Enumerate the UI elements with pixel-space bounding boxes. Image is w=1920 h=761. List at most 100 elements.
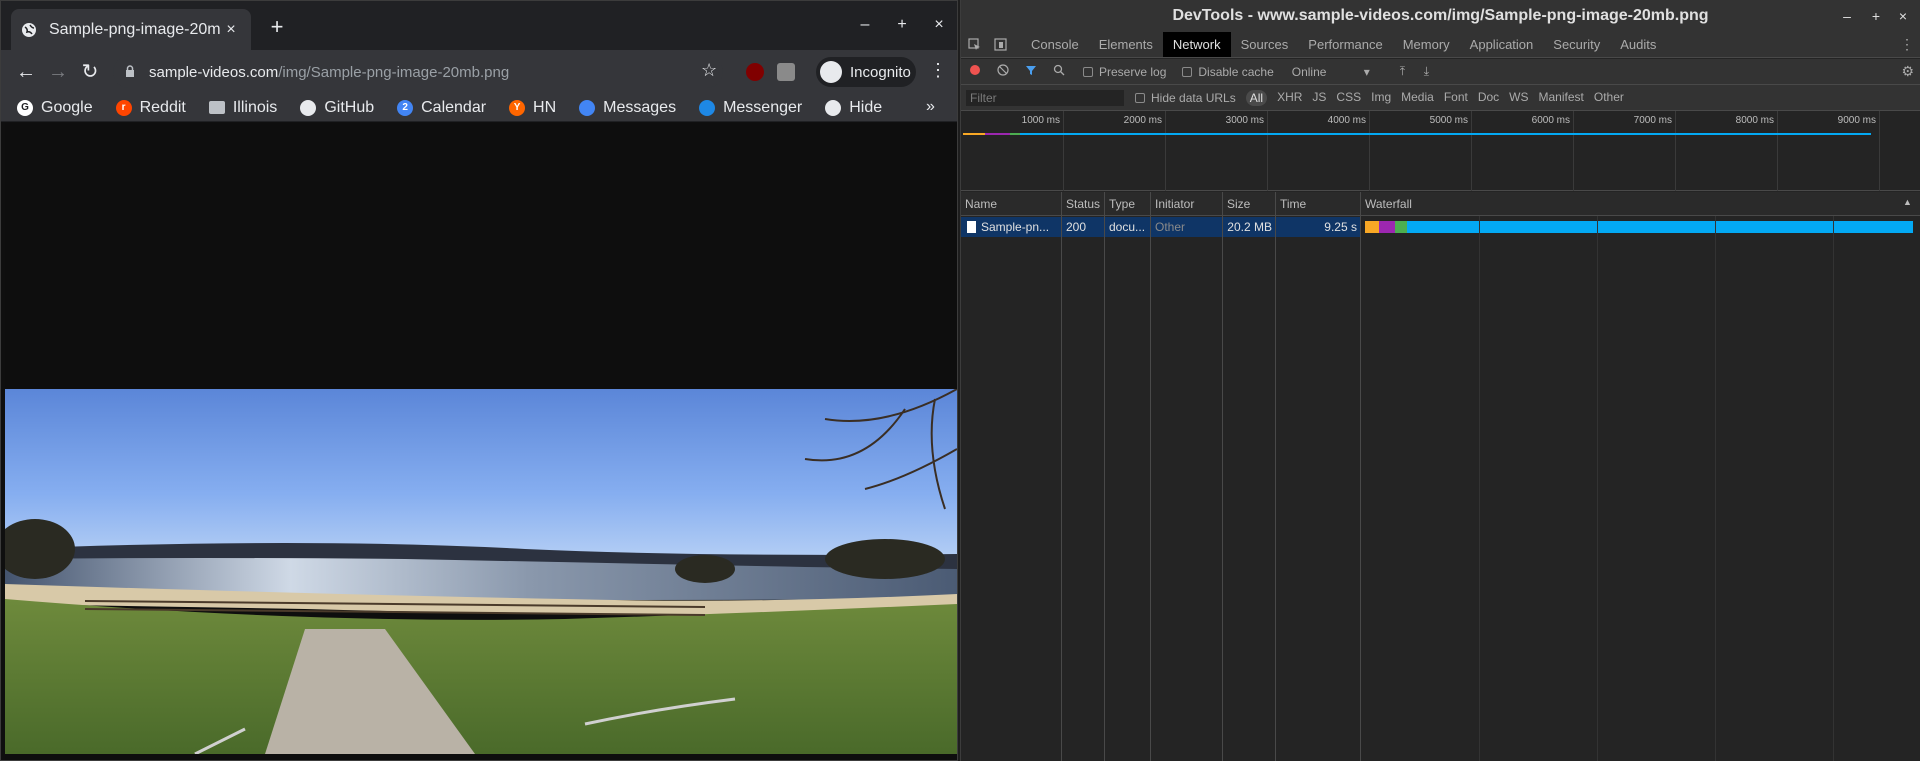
column-divider xyxy=(1222,192,1223,761)
bookmark-label: Google xyxy=(41,98,93,116)
waterfall-bar-segment[interactable] xyxy=(1379,221,1395,233)
filter-type-font[interactable]: Font xyxy=(1444,90,1468,106)
filter-type-img[interactable]: Img xyxy=(1371,90,1391,106)
column-header-waterfall[interactable]: Waterfall xyxy=(1365,197,1412,211)
devtools-maximize-button[interactable]: + xyxy=(1864,4,1888,28)
record-button[interactable] xyxy=(961,64,989,79)
tab-elements[interactable]: Elements xyxy=(1089,32,1163,57)
bookmark-item[interactable]: Y HN xyxy=(509,99,556,117)
extension-icon[interactable] xyxy=(777,63,795,81)
bookmarks-overflow-button[interactable]: » xyxy=(926,98,939,116)
url-host: sample-videos.com xyxy=(149,63,279,81)
panorama-image xyxy=(5,389,957,754)
filter-type-media[interactable]: Media xyxy=(1401,90,1434,106)
reload-button[interactable]: ↻ xyxy=(76,58,104,86)
column-header-name[interactable]: Name xyxy=(965,197,997,211)
devtools-tab-list: Console Elements Network Sources Performance… xyxy=(1021,32,1666,57)
tab-close-button[interactable]: × xyxy=(221,21,241,39)
column-header-time[interactable]: Time xyxy=(1280,197,1306,211)
calendar-icon: 2 xyxy=(397,99,414,116)
close-window-button[interactable]: × xyxy=(927,13,951,37)
clear-icon[interactable] xyxy=(989,64,1017,79)
preserve-log-label: Preserve log xyxy=(1099,64,1167,79)
overview-tick-label: 8000 ms xyxy=(1735,115,1774,126)
bookmark-item[interactable]: Hide xyxy=(825,99,882,117)
bookmark-label: Reddit xyxy=(139,98,186,116)
devtools-menu-button[interactable]: ⋮ xyxy=(1900,36,1914,53)
tab-network[interactable]: Network xyxy=(1162,32,1231,57)
bookmark-item[interactable]: GitHub xyxy=(300,99,374,117)
bookmark-item[interactable]: Illinois xyxy=(208,98,278,117)
tab-security[interactable]: Security xyxy=(1543,32,1610,57)
waterfall-bar-segment[interactable] xyxy=(1407,221,1913,233)
devtools-close-button[interactable]: × xyxy=(1891,4,1915,28)
gear-icon[interactable]: ⚙ xyxy=(1901,63,1914,80)
overview-timing-segment xyxy=(985,133,1010,135)
github-icon xyxy=(300,99,317,116)
ublock-extension-icon[interactable] xyxy=(746,63,764,81)
minimize-button[interactable]: – xyxy=(853,13,877,37)
waterfall-bar-segment[interactable] xyxy=(1365,221,1379,233)
filter-type-css[interactable]: CSS xyxy=(1336,90,1361,106)
globe-icon xyxy=(825,99,842,116)
column-header-type[interactable]: Type xyxy=(1109,197,1135,211)
filter-funnel-icon[interactable] xyxy=(1017,64,1045,79)
filter-type-js[interactable]: JS xyxy=(1312,90,1326,106)
overview-timing-segment xyxy=(1020,133,1871,135)
preserve-log-checkbox[interactable] xyxy=(1083,66,1093,77)
resource-type-filters: All XHR JS CSS Img Media Font Doc WS Manifest Othe… xyxy=(1245,89,1634,106)
bookmark-item[interactable]: Messages xyxy=(579,99,676,117)
new-tab-button[interactable]: + xyxy=(264,15,290,41)
address-bar[interactable]: sample-videos.com/img/Sample-png-image-2… xyxy=(113,56,723,88)
bookmark-item[interactable]: r Reddit xyxy=(115,98,186,117)
filter-type-other[interactable]: Other xyxy=(1594,90,1624,106)
inspect-element-icon[interactable] xyxy=(961,32,987,57)
filter-type-manifest[interactable]: Manifest xyxy=(1539,90,1584,106)
bookmark-item[interactable]: 2 Calendar xyxy=(397,99,486,117)
disable-cache-checkbox[interactable] xyxy=(1182,66,1193,77)
column-header-status[interactable]: Status xyxy=(1066,197,1100,211)
browser-tab[interactable]: Sample-png-image-20mb.png × xyxy=(11,9,251,50)
bookmark-item[interactable]: G Google xyxy=(17,99,93,117)
waterfall-gridline xyxy=(1715,216,1716,761)
device-toolbar-icon[interactable] xyxy=(987,32,1013,57)
incognito-indicator[interactable]: Incognito xyxy=(816,57,916,87)
bookmark-star-icon[interactable]: ☆ xyxy=(701,60,717,81)
reddit-icon: r xyxy=(115,99,132,116)
column-header-initiator[interactable]: Initiator xyxy=(1155,197,1194,211)
filter-input[interactable] xyxy=(965,88,1125,107)
bookmark-label: Calendar xyxy=(421,98,487,116)
bookmark-label: GitHub xyxy=(324,98,375,116)
search-icon[interactable] xyxy=(1045,64,1073,79)
filter-type-doc[interactable]: Doc xyxy=(1478,90,1499,106)
filter-type-xhr[interactable]: XHR xyxy=(1277,90,1302,106)
back-button[interactable]: ← xyxy=(12,58,40,86)
overview-gridline xyxy=(1267,111,1268,191)
forward-button[interactable]: → xyxy=(44,58,72,86)
overview-gridline xyxy=(1879,111,1880,191)
tab-console[interactable]: Console xyxy=(1021,32,1089,57)
tab-audits[interactable]: Audits xyxy=(1610,32,1666,57)
tab-sources[interactable]: Sources xyxy=(1231,32,1299,57)
browser-menu-button[interactable]: ⋮ xyxy=(929,60,947,81)
sort-ascending-icon[interactable]: ▲ xyxy=(1903,197,1912,207)
maximize-button[interactable]: + xyxy=(890,13,914,37)
import-har-icon[interactable]: ⤒ xyxy=(1400,64,1420,79)
waterfall-bar-segment[interactable] xyxy=(1395,221,1407,233)
tab-memory[interactable]: Memory xyxy=(1393,32,1460,57)
overview-tick-label: 3000 ms xyxy=(1225,115,1264,126)
tab-performance[interactable]: Performance xyxy=(1298,32,1392,57)
waterfall-gridline xyxy=(1479,216,1480,761)
export-har-icon[interactable]: ⤓ xyxy=(1424,64,1444,79)
incognito-icon xyxy=(820,61,842,83)
messages-icon xyxy=(579,99,596,116)
devtools-minimize-button[interactable]: – xyxy=(1835,4,1859,28)
tab-application[interactable]: Application xyxy=(1460,32,1544,57)
hide-data-urls-checkbox[interactable] xyxy=(1135,92,1145,103)
column-header-size[interactable]: Size xyxy=(1227,197,1250,211)
filter-type-all[interactable]: All xyxy=(1245,89,1268,106)
bookmark-item[interactable]: Messenger xyxy=(699,99,802,117)
filter-type-ws[interactable]: WS xyxy=(1509,90,1528,106)
bookmark-label: Illinois xyxy=(232,98,278,116)
throttling-select[interactable]: Online ▾ xyxy=(1292,65,1382,79)
